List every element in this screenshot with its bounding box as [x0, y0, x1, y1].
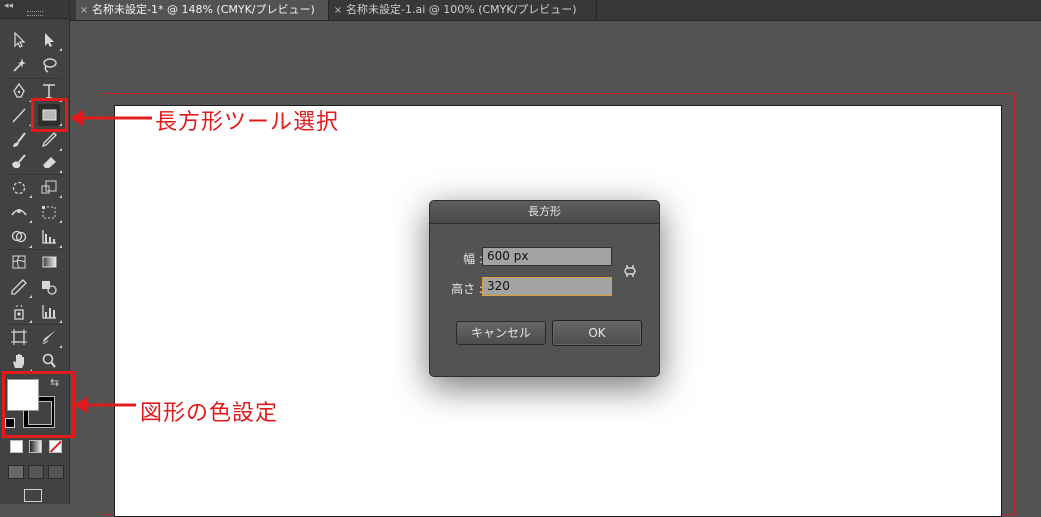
rectangle-tool-arrow: [70, 110, 152, 126]
scale-icon: [41, 180, 57, 194]
direct-selection-tool[interactable]: [38, 29, 62, 51]
magic-wand-tool[interactable]: [8, 54, 30, 76]
column-graph-icon: [42, 305, 56, 319]
draw-inside-icon[interactable]: [48, 465, 64, 479]
constrain-proportions-icon[interactable]: [622, 262, 638, 284]
mesh-tool[interactable]: [8, 251, 30, 273]
width-field[interactable]: [482, 247, 612, 266]
shape-builder-tool[interactable]: [8, 226, 32, 248]
symbol-sprayer-icon: [14, 304, 24, 320]
magic-wand-icon: [13, 58, 26, 72]
selection-arrow-icon: [14, 31, 26, 48]
selection-tool[interactable]: [8, 29, 30, 51]
screen-mode-icon[interactable]: [24, 489, 42, 502]
rectangle-dialog: 長方形 幅 : 高さ : キャンセル OK: [429, 200, 660, 377]
lasso-icon: [43, 58, 57, 73]
width-tool[interactable]: [8, 201, 32, 223]
draw-normal-icon[interactable]: [8, 465, 24, 479]
tab-close-icon[interactable]: ×: [330, 1, 346, 21]
hand-tool[interactable]: [8, 350, 32, 372]
blob-brush-tool[interactable]: [8, 151, 30, 173]
artboard-tool[interactable]: [8, 326, 30, 348]
tab-document-1[interactable]: × 名称未設定-1* @ 148% (CMYK/プレビュー): [76, 0, 329, 20]
slice-knife-icon: [42, 330, 56, 345]
free-transform-tool[interactable]: [38, 201, 62, 223]
tab-document-2[interactable]: × 名称未設定-1.ai @ 100% (CMYK/プレビュー): [330, 0, 597, 20]
rectangle-tool-highlight: [31, 98, 68, 132]
direct-selection-arrow-icon: [45, 33, 54, 47]
height-label: 高さ :: [451, 282, 483, 296]
tab-label: 名称未設定-1.ai @ 100% (CMYK/プレビュー): [346, 3, 577, 16]
graph-tool[interactable]: [38, 226, 62, 248]
gradient-tool[interactable]: [38, 251, 60, 273]
symbol-sprayer-tool[interactable]: [8, 301, 32, 323]
tools-panel-header: ◂◂: [0, 0, 69, 19]
shape-builder-icon: [11, 230, 27, 243]
zoom-magnifier-icon: [42, 353, 56, 368]
bar-graph-icon: [42, 230, 56, 244]
color-setting-arrow: [74, 397, 136, 413]
width-tool-icon: [11, 209, 27, 216]
none-mode-icon[interactable]: [49, 440, 62, 453]
eyedropper-icon: [11, 279, 27, 295]
pencil-icon: [41, 132, 57, 148]
mesh-icon: [12, 255, 26, 269]
collapse-panel-icon[interactable]: ◂◂: [4, 1, 13, 11]
slice-tool[interactable]: [38, 326, 62, 348]
paintbrush-icon: [13, 132, 26, 147]
eraser-tool[interactable]: [38, 151, 62, 173]
panel-grip-icon[interactable]: [27, 11, 43, 16]
height-field[interactable]: [482, 277, 612, 296]
paintbrush-tool[interactable]: [8, 129, 30, 151]
rotate-tool[interactable]: [8, 176, 32, 198]
zoom-tool[interactable]: [38, 350, 60, 372]
artboard-icon: [11, 329, 27, 345]
blend-tool[interactable]: [38, 276, 60, 298]
line-segment-icon: [12, 108, 26, 123]
lasso-tool[interactable]: [38, 54, 60, 76]
blend-icon: [42, 281, 57, 295]
gradient-mode-icon[interactable]: [29, 440, 42, 453]
document-tab-bar: × 名称未設定-1* @ 148% (CMYK/プレビュー) × 名称未設定-1.a…: [70, 0, 1041, 21]
ok-button[interactable]: OK: [552, 320, 642, 346]
color-setting-highlight: [2, 371, 75, 438]
color-setting-caption: 図形の色設定: [140, 401, 279, 426]
pen-nib-icon: [13, 82, 25, 98]
free-transform-icon: [42, 206, 56, 219]
scale-tool[interactable]: [38, 176, 62, 198]
gradient-icon: [42, 256, 57, 268]
cancel-button[interactable]: キャンセル: [456, 321, 546, 345]
blob-brush-icon: [12, 154, 26, 169]
dialog-title: 長方形: [430, 201, 659, 224]
eyedropper-tool[interactable]: [8, 276, 32, 298]
rectangle-tool-caption: 長方形ツール選択: [155, 110, 340, 135]
hand-icon: [13, 354, 24, 368]
line-segment-tool[interactable]: [8, 104, 32, 126]
pencil-tool[interactable]: [38, 129, 62, 151]
tab-close-icon[interactable]: ×: [76, 1, 92, 21]
eraser-icon: [43, 157, 56, 168]
rotate-icon: [12, 181, 26, 195]
color-mode-icon[interactable]: [10, 440, 23, 453]
pen-tool[interactable]: [8, 80, 32, 102]
tab-label: 名称未設定-1* @ 148% (CMYK/プレビュー): [92, 3, 315, 16]
column-graph-tool[interactable]: [38, 301, 62, 323]
draw-behind-icon[interactable]: [28, 465, 44, 479]
width-label: 幅 :: [463, 252, 483, 266]
